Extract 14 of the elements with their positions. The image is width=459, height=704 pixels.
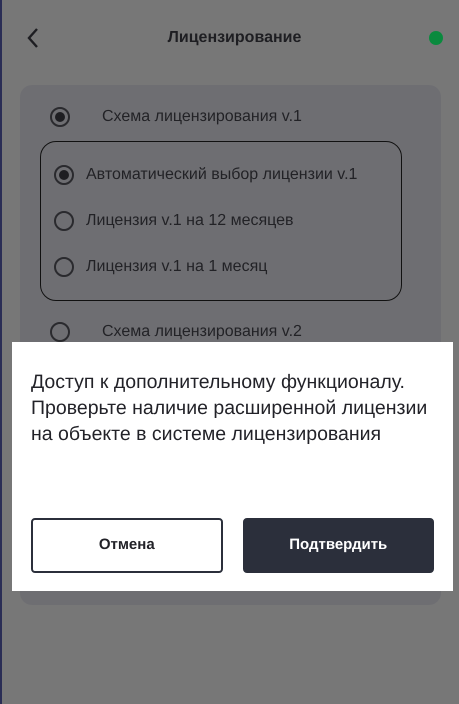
radio-button[interactable]: [54, 165, 74, 185]
cancel-button[interactable]: Отмена: [31, 518, 222, 573]
back-icon[interactable]: [26, 27, 40, 49]
option-label: Автоматический выбор лицензии v.1: [86, 165, 358, 185]
option-label: Лицензия v.1 на 1 месяц: [86, 257, 268, 277]
scheme-label: Схема лицензирования v.2: [102, 322, 302, 342]
page-title: Лицензирование: [168, 28, 302, 48]
radio-button[interactable]: [54, 211, 74, 231]
scheme-label: Схема лицензирования v.1: [102, 107, 302, 127]
radio-button[interactable]: [54, 257, 74, 277]
radio-button[interactable]: [50, 107, 70, 127]
dialog-message: Доступ к дополнительному функционалу. Проверьте наличие расширенной лицензии на объекте в системе лицензирования: [31, 370, 428, 447]
confirm-button[interactable]: Подтвердить: [242, 518, 434, 573]
option-label: Лицензия v.1 на 12 месяцев: [86, 211, 294, 231]
